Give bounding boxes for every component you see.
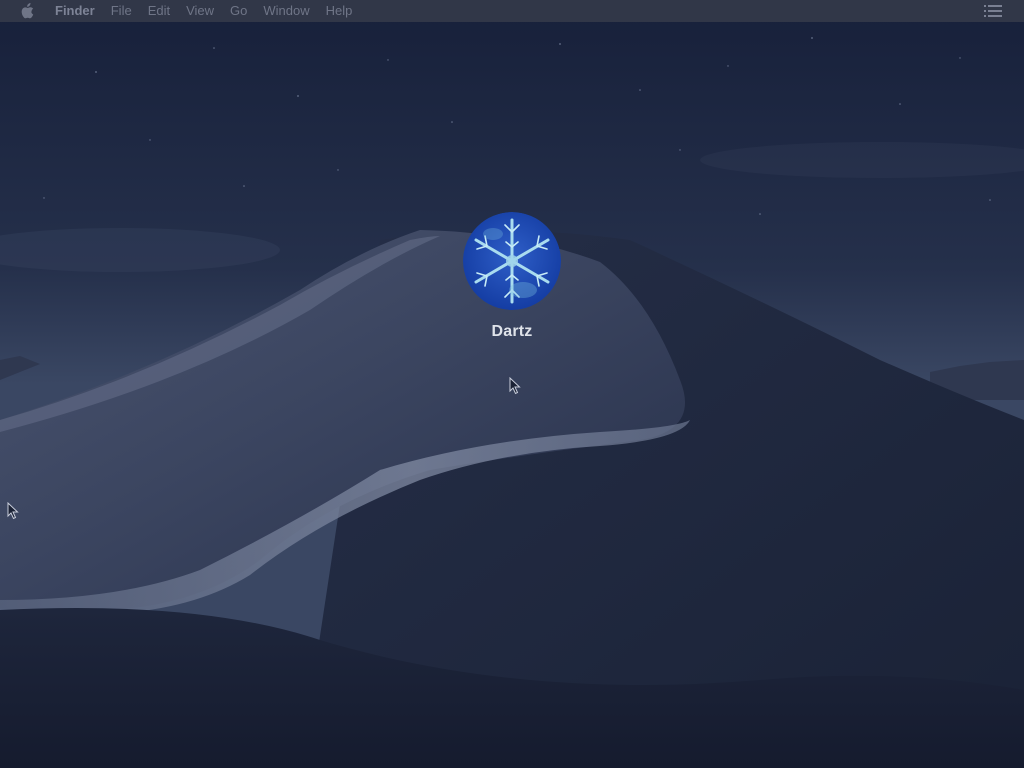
list-menu-icon[interactable] (984, 3, 1002, 19)
menu-file[interactable]: File (103, 0, 140, 22)
mouse-pointer-icon (7, 502, 19, 520)
menu-bar: Finder File Edit View Go Window Help (0, 0, 1024, 22)
menu-window[interactable]: Window (255, 0, 317, 22)
mouse-pointer-icon (509, 377, 521, 395)
menu-help[interactable]: Help (318, 0, 361, 22)
menu-go[interactable]: Go (222, 0, 255, 22)
snowflake-avatar-icon[interactable] (463, 212, 561, 310)
menu-edit[interactable]: Edit (140, 0, 178, 22)
username-label: Dartz (491, 323, 533, 340)
apple-logo-icon[interactable] (20, 3, 34, 19)
login-user-tile[interactable]: Dartz (448, 212, 576, 341)
menu-app-finder[interactable]: Finder (47, 0, 103, 22)
menu-view[interactable]: View (178, 0, 222, 22)
desktop-screen: Finder File Edit View Go Window Help Dar… (0, 0, 1024, 768)
